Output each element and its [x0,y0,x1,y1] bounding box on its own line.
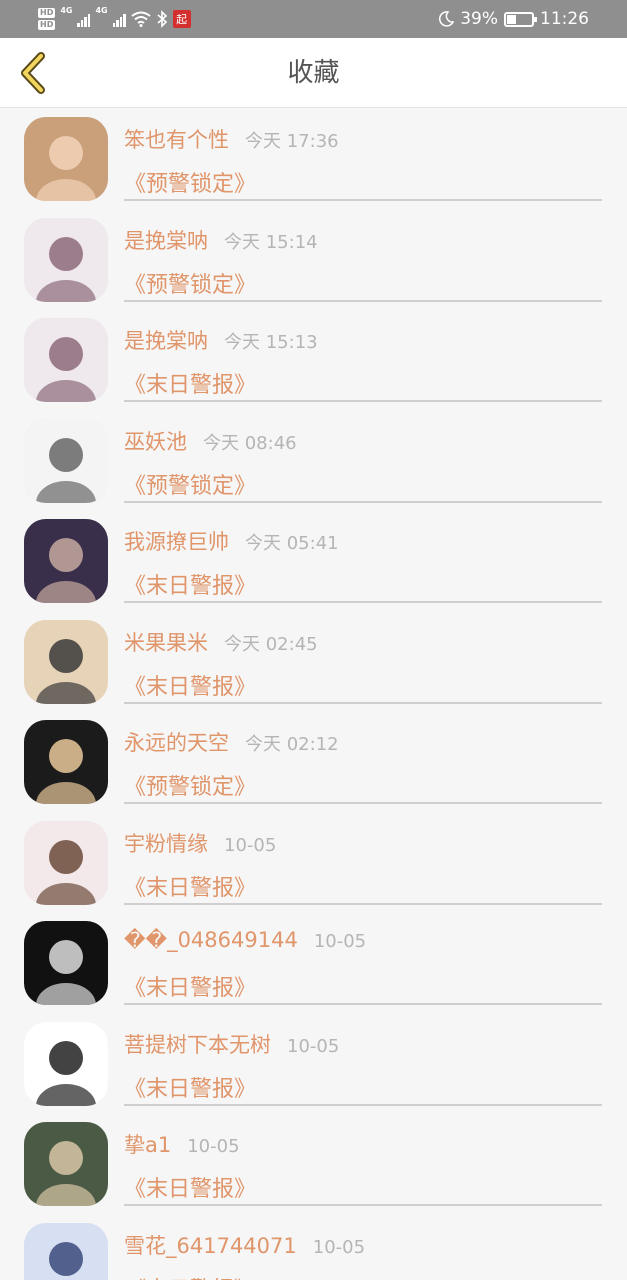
timestamp: 今天 02:45 [224,633,318,655]
moon-icon [439,11,455,27]
favorite-title[interactable]: 《末日警报》 [124,1272,256,1280]
avatar-image [24,318,108,402]
favorite-title[interactable]: 《末日警报》 [124,367,256,399]
list-item[interactable]: 是挽棠呐 今天 15:13 《末日警报》 [0,309,627,410]
app-notification-icon: 起 [172,10,191,28]
timestamp: 今天 15:14 [224,231,318,253]
avatar[interactable] [24,1122,108,1206]
divider [124,299,602,302]
timestamp: 今天 08:46 [203,432,297,454]
avatar-image [24,1122,108,1206]
avatar-image [24,117,108,201]
signal-icon [112,11,126,27]
divider [124,802,602,804]
timestamp: 今天 02:12 [245,734,339,755]
divider [124,199,602,201]
user-name[interactable]: 菩提树下本无树 [124,1029,271,1059]
avatar[interactable] [24,519,108,603]
divider [124,902,602,905]
avatar-image [24,1222,108,1280]
list-item[interactable]: 雪花_641744071 10-05 《末日警报》 [0,1214,627,1280]
list-item[interactable]: 菩提树下本无树 10-05 《末日警报》 [0,1013,627,1114]
timestamp: 今天 15:13 [224,332,318,353]
user-name[interactable]: 是挽棠呐 [124,225,208,255]
user-name[interactable]: 宇粉情缘 [124,828,208,858]
timestamp: 10-05 [224,834,277,856]
favorite-title[interactable]: 《末日警报》 [124,568,256,600]
favorite-title[interactable]: 《末日警报》 [124,1071,256,1103]
list-item[interactable]: 永远的天空 今天 02:12 《预警锁定》 [0,711,627,812]
favorite-title[interactable]: 《末日警报》 [124,870,256,902]
hd-indicator: HD HD [38,8,56,30]
user-name[interactable]: 是挽棠呐 [124,325,208,355]
battery-percent: 39% [460,9,498,29]
wifi-icon [131,11,151,27]
divider [124,1103,602,1106]
avatar[interactable] [24,1222,108,1280]
avatar[interactable] [24,217,108,302]
avatar-image [24,418,108,503]
favorite-title[interactable]: 《末日警报》 [124,669,256,701]
list-item[interactable]: 宇粉情缘 10-05 《末日警报》 [0,812,627,913]
avatar[interactable] [24,1021,108,1106]
avatar[interactable] [24,720,108,804]
list-item[interactable]: 我源撩巨帅 今天 05:41 《末日警报》 [0,510,627,611]
favorite-title[interactable]: 《末日警报》 [124,970,256,1002]
avatar-image [24,1021,108,1106]
avatar[interactable] [24,619,108,704]
favorite-title[interactable]: 《预警锁定》 [124,267,256,299]
list-item[interactable]: 米果果米 今天 02:45 《末日警报》 [0,611,627,712]
avatar[interactable] [24,318,108,402]
divider [124,1204,602,1206]
divider [124,701,602,704]
user-name[interactable]: 我源撩巨帅 [124,526,229,556]
avatar-image [24,921,108,1005]
user-name[interactable]: ��_048649144 [124,928,298,952]
divider [124,1003,602,1005]
user-name[interactable]: 巫妖池 [124,426,187,456]
favorite-title[interactable]: 《预警锁定》 [124,166,256,198]
list-item[interactable]: 挚a1 10-05 《末日警报》 [0,1113,627,1214]
header-bar: 收藏 [0,38,627,108]
avatar[interactable] [24,820,108,905]
user-name[interactable]: 挚a1 [124,1129,171,1159]
page-title: 收藏 [287,58,340,88]
favorite-title[interactable]: 《末日警报》 [124,1171,256,1203]
favorites-list: 笨也有个性 今天 17:36 《预警锁定》 是挽棠呐 今天 15:14 《预警锁… [0,108,627,1280]
user-name[interactable]: 笨也有个性 [124,124,229,154]
avatar-image [24,619,108,704]
network-type-1: 4G [60,6,73,15]
timestamp: 10-05 [187,1136,240,1157]
user-name[interactable]: 雪花_641744071 [124,1230,297,1260]
avatar[interactable] [24,418,108,503]
avatar-image [24,217,108,302]
status-bar: HD HD 4G 4G 起 39% 11:26 [0,0,627,38]
signal-icon [77,11,91,27]
timestamp: 今天 17:36 [245,131,339,152]
favorite-title[interactable]: 《预警锁定》 [124,769,256,801]
timestamp: 10-05 [287,1035,340,1057]
list-item[interactable]: 是挽棠呐 今天 15:14 《预警锁定》 [0,209,627,310]
avatar-image [24,720,108,804]
avatar[interactable] [24,117,108,201]
network-type-2: 4G [95,6,108,15]
battery-icon [504,11,537,27]
divider [124,601,602,603]
list-item[interactable]: 巫妖池 今天 08:46 《预警锁定》 [0,410,627,511]
user-name[interactable]: 米果果米 [124,627,208,657]
favorite-title[interactable]: 《预警锁定》 [124,468,256,500]
list-item[interactable]: ��_048649144 10-05 《末日警报》 [0,912,627,1013]
list-item[interactable]: 笨也有个性 今天 17:36 《预警锁定》 [0,108,627,209]
timestamp: 今天 05:41 [245,533,339,554]
status-time: 11:26 [540,9,589,29]
divider [124,400,602,402]
avatar[interactable] [24,921,108,1005]
avatar-image [24,820,108,905]
user-name[interactable]: 永远的天空 [124,727,229,757]
timestamp: 10-05 [313,931,367,952]
divider [124,500,602,503]
bluetooth-icon [157,10,167,28]
avatar-image [24,519,108,603]
timestamp: 10-05 [312,1236,366,1258]
